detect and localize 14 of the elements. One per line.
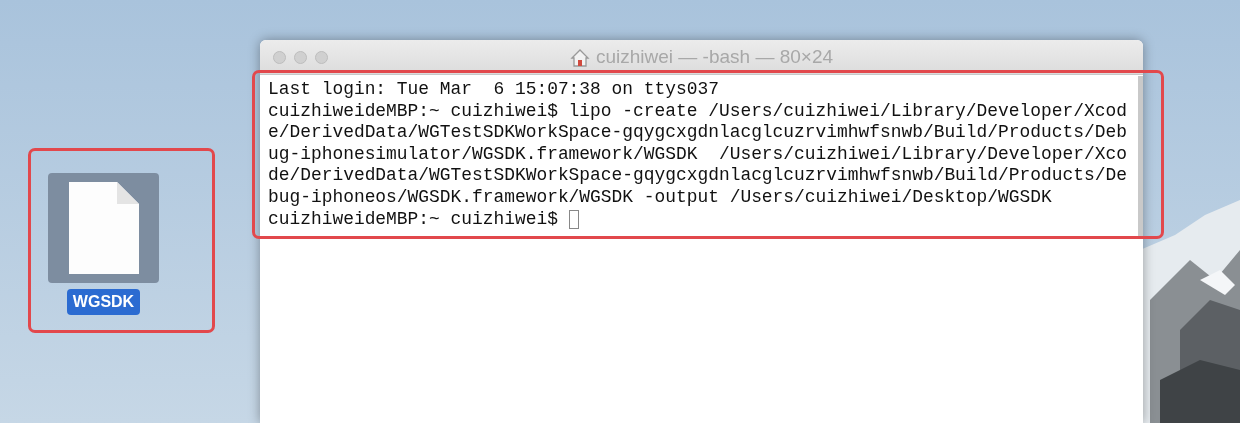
zoom-button[interactable] — [315, 50, 328, 64]
home-icon — [569, 48, 590, 67]
terminal-line: cuizhiweideMBP:~ cuizhiwei$ lipo -create /Users/cuizhiwei/Library/Developer/Xcod — [268, 100, 1127, 123]
minimize-button[interactable] — [294, 50, 307, 64]
terminal-line: ug-iphonesimulator/WGSDK.framework/WGSDK /Users/cuizhiwei/Library/Developer/Xco — [268, 143, 1127, 166]
terminal-line: bug-iphoneos/WGSDK.framework/WGSDK -output /Users/cuizhiwei/Desktop/WGSDK — [268, 186, 1052, 209]
terminal-line: cuizhiweideMBP:~ cuizhiwei$ — [268, 208, 559, 231]
file-icon[interactable] — [48, 173, 159, 283]
terminal-line: Last login: Tue Mar 6 15:07:38 on ttys037 — [268, 79, 719, 101]
window-title: cuizhiwei — -bash — 80×24 — [595, 45, 834, 70]
terminal-line: e/DerivedData/WGTestSDKWorkSpace-gqygcxgdnlacglcuzrvimhwfsnwb/Build/Products/Deb — [268, 122, 1127, 144]
close-button[interactable] — [273, 50, 286, 64]
terminal-line: de/DerivedData/WGTestSDKWorkSpace-gqygcxgdnlacglcuzrvimhwfsnwb/Build/Products/De — [268, 165, 1127, 187]
file-label[interactable]: WGSDK — [66, 289, 141, 315]
